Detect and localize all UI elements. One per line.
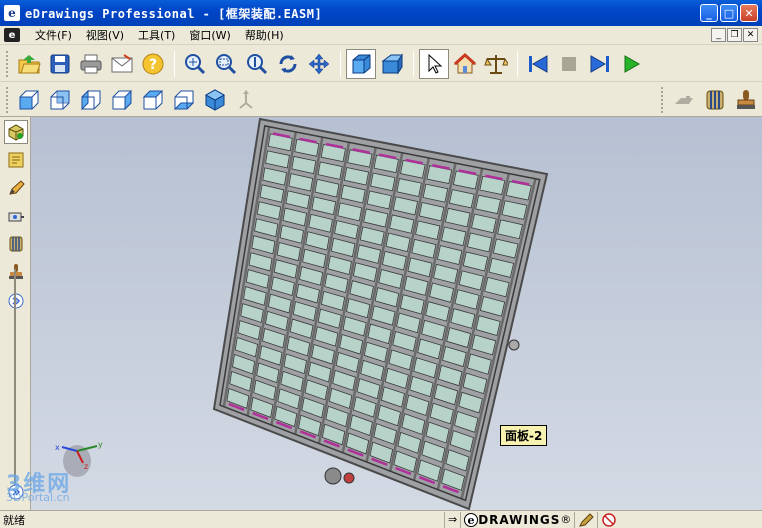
triad-y-label: y [98,440,103,449]
stamp-icon[interactable] [731,85,761,115]
zoom-area-icon[interactable] [211,49,241,79]
view-iso-icon[interactable] [200,85,230,115]
app-icon[interactable]: e [4,5,20,21]
brand-logo: e DRAWINGS ® [460,511,574,528]
components-icon[interactable] [4,120,28,144]
no-edit-icon[interactable] [597,511,620,528]
first-frame-icon[interactable] [523,49,553,79]
perspective-icon[interactable] [377,49,407,79]
model-viewport[interactable]: x y z 面板-2 [31,117,762,510]
status-arrow-cell: ⇒ [444,511,460,528]
watermark: 3维网 3DPortal.cn [6,472,72,505]
stamp-tool-icon[interactable] [4,260,28,284]
menu-file[interactable]: 文件(F) [28,27,79,43]
close-button[interactable]: ✕ [740,4,758,22]
shaded-view-icon[interactable] [346,48,376,79]
section-tool-icon[interactable] [4,232,28,256]
next-frame-icon[interactable] [585,49,615,79]
menu-bar: e 文件(F) 视图(V) 工具(T) 窗口(W) 帮助(H) _ ❐ ✕ [0,26,762,45]
brand-text: DRAWINGS [478,512,561,527]
section-icon[interactable] [700,85,730,115]
toolbar-grip[interactable] [6,86,10,113]
help-icon[interactable]: ? [138,49,168,79]
valve-part[interactable] [343,472,355,484]
zoom-in-icon[interactable] [242,49,272,79]
toolbar-separator [517,50,518,77]
status-bar: 就绪 ⇒ e DRAWINGS ® [0,510,762,528]
markup-status-icon[interactable] [574,511,597,528]
doc-close-button[interactable]: ✕ [743,28,758,42]
save-icon[interactable] [45,49,75,79]
measure-tape-icon[interactable] [4,204,28,228]
maximize-button[interactable]: □ [720,4,738,22]
window-title: eDrawings Professional - [框架装配.EASM] [25,6,323,21]
panel-splitter[interactable] [14,269,16,491]
title-bar[interactable]: e eDrawings Professional - [框架装配.EASM] _… [0,0,762,26]
pan-icon[interactable] [304,49,334,79]
toolbar-grip[interactable] [6,50,10,77]
wheel-part[interactable] [324,467,342,485]
markup-icon[interactable] [669,85,699,115]
component-tooltip: 面板-2 [500,425,548,446]
stop-icon[interactable] [554,49,584,79]
document-icon[interactable]: e [4,28,20,42]
zoom-fit-icon[interactable] [180,49,210,79]
open-icon[interactable] [14,49,44,79]
minimize-button[interactable]: _ [700,4,718,22]
view-trimetric-icon[interactable] [231,85,261,115]
view-front-icon[interactable] [14,85,44,115]
menu-view[interactable]: 视图(V) [79,27,131,43]
toolbar-grip[interactable] [661,86,665,113]
svg-text:e: e [468,514,475,527]
edrawings-e-icon: e [464,512,479,527]
select-icon[interactable] [419,48,449,79]
doc-minimize-button[interactable]: _ [711,28,726,42]
doc-restore-button[interactable]: ❐ [727,28,742,42]
view-back-icon[interactable] [45,85,75,115]
left-toolbar [0,117,31,512]
configurations-icon[interactable] [4,148,28,172]
registered-mark: ® [560,513,572,526]
email-icon[interactable] [107,49,137,79]
svg-text:?: ? [149,57,157,73]
view-top-icon[interactable] [138,85,168,115]
measure-icon[interactable] [481,49,511,79]
menu-tools[interactable]: 工具(T) [131,27,182,43]
main-toolbar: ? [0,46,762,82]
rotate-icon[interactable] [273,49,303,79]
side-fitting[interactable] [508,339,520,351]
watermark-logo: 3维网 [6,472,72,497]
markup-pen-icon[interactable] [4,176,28,200]
menu-window[interactable]: 窗口(W) [182,27,237,43]
toolbar-separator [413,50,414,77]
print-icon[interactable] [76,49,106,79]
triad-x-label: x [55,443,60,452]
toolbar-separator [340,50,341,77]
menu-help[interactable]: 帮助(H) [238,27,291,43]
view-left-icon[interactable] [76,85,106,115]
frame-assembly-model[interactable]: x y z [31,117,762,510]
status-text: 就绪 [3,513,25,527]
home-icon[interactable] [450,49,480,79]
view-toolbar [0,83,762,117]
view-bottom-icon[interactable] [169,85,199,115]
play-icon[interactable] [616,49,646,79]
toolbar-separator [174,50,175,77]
view-right-icon[interactable] [107,85,137,115]
watermark-url: 3DPortal.cn [6,491,70,504]
triad-z-label: z [84,462,88,471]
expand-icon[interactable] [4,289,28,313]
